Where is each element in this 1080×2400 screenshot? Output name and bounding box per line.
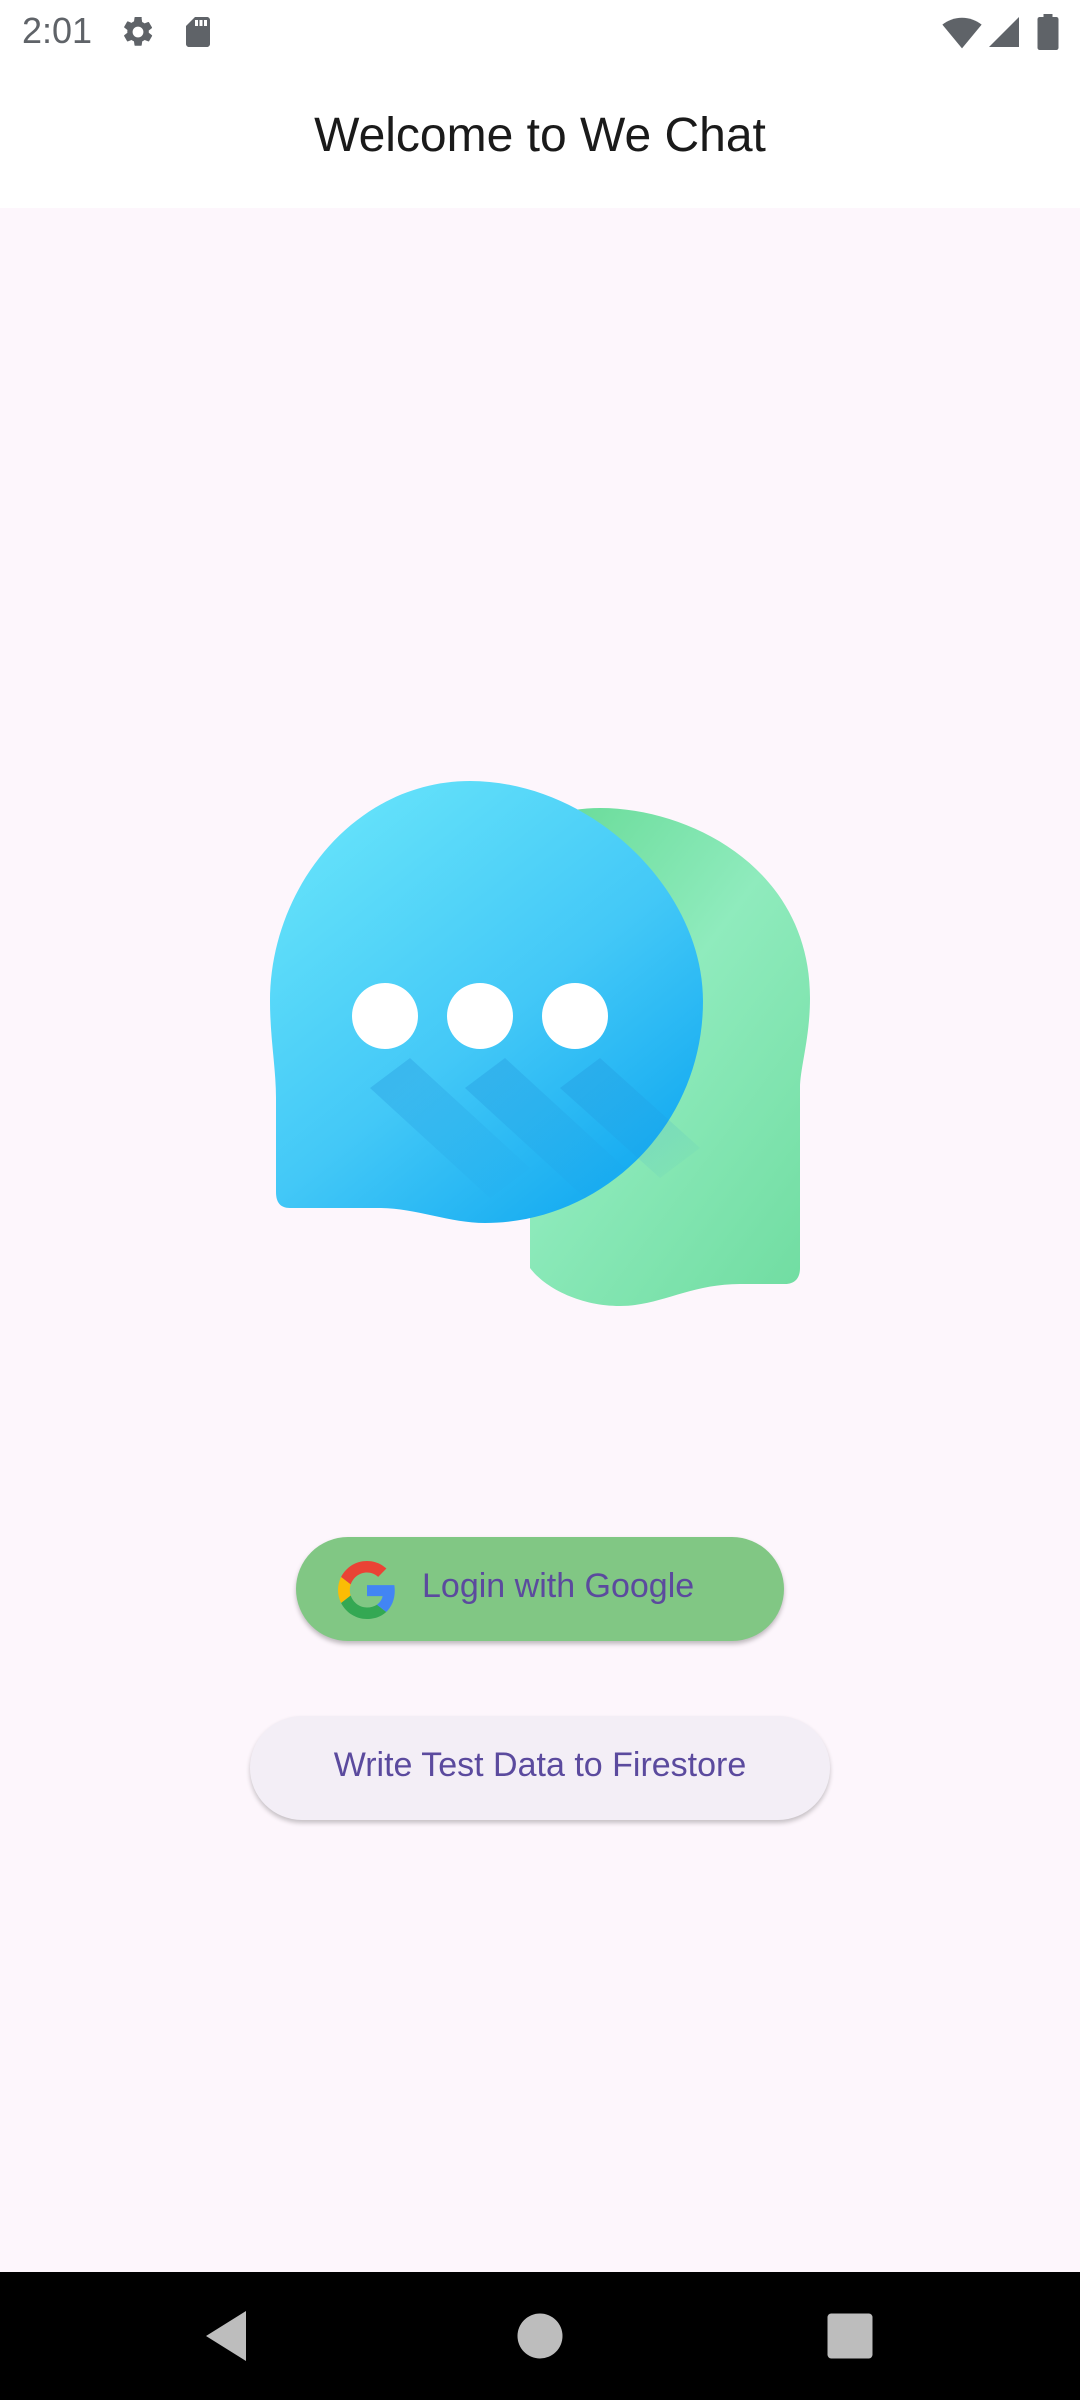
status-bar: 2:01 — [0, 0, 1080, 64]
home-icon[interactable] — [510, 2306, 570, 2366]
write-test-data-button[interactable]: Write Test Data to Firestore — [250, 1716, 830, 1820]
login-with-google-button[interactable]: Login with Google — [296, 1537, 784, 1641]
cellular-signal-icon — [986, 14, 1022, 55]
page-title: Welcome to We Chat — [314, 109, 766, 162]
sd-card-icon — [180, 14, 216, 55]
content-area: Login with Google Write Test Data to Fir… — [0, 208, 1080, 2272]
gear-icon — [120, 14, 156, 55]
screen: 2:01 Welcome to We Chat Login with Googl… — [0, 0, 1080, 2400]
wifi-icon — [942, 14, 982, 55]
back-icon[interactable] — [196, 2306, 256, 2366]
firestore-button-label: Write Test Data to Firestore — [333, 1746, 747, 1784]
status-time: 2:01 — [22, 10, 93, 51]
chat-bubbles-logo — [270, 781, 810, 1306]
login-button-label: Login with Google — [422, 1567, 695, 1605]
recents-icon[interactable] — [820, 2306, 880, 2366]
app-bar: Welcome to We Chat — [0, 64, 1080, 208]
navigation-bar — [0, 2272, 1080, 2400]
google-g-icon — [338, 1561, 395, 1619]
battery-icon — [1036, 14, 1060, 55]
